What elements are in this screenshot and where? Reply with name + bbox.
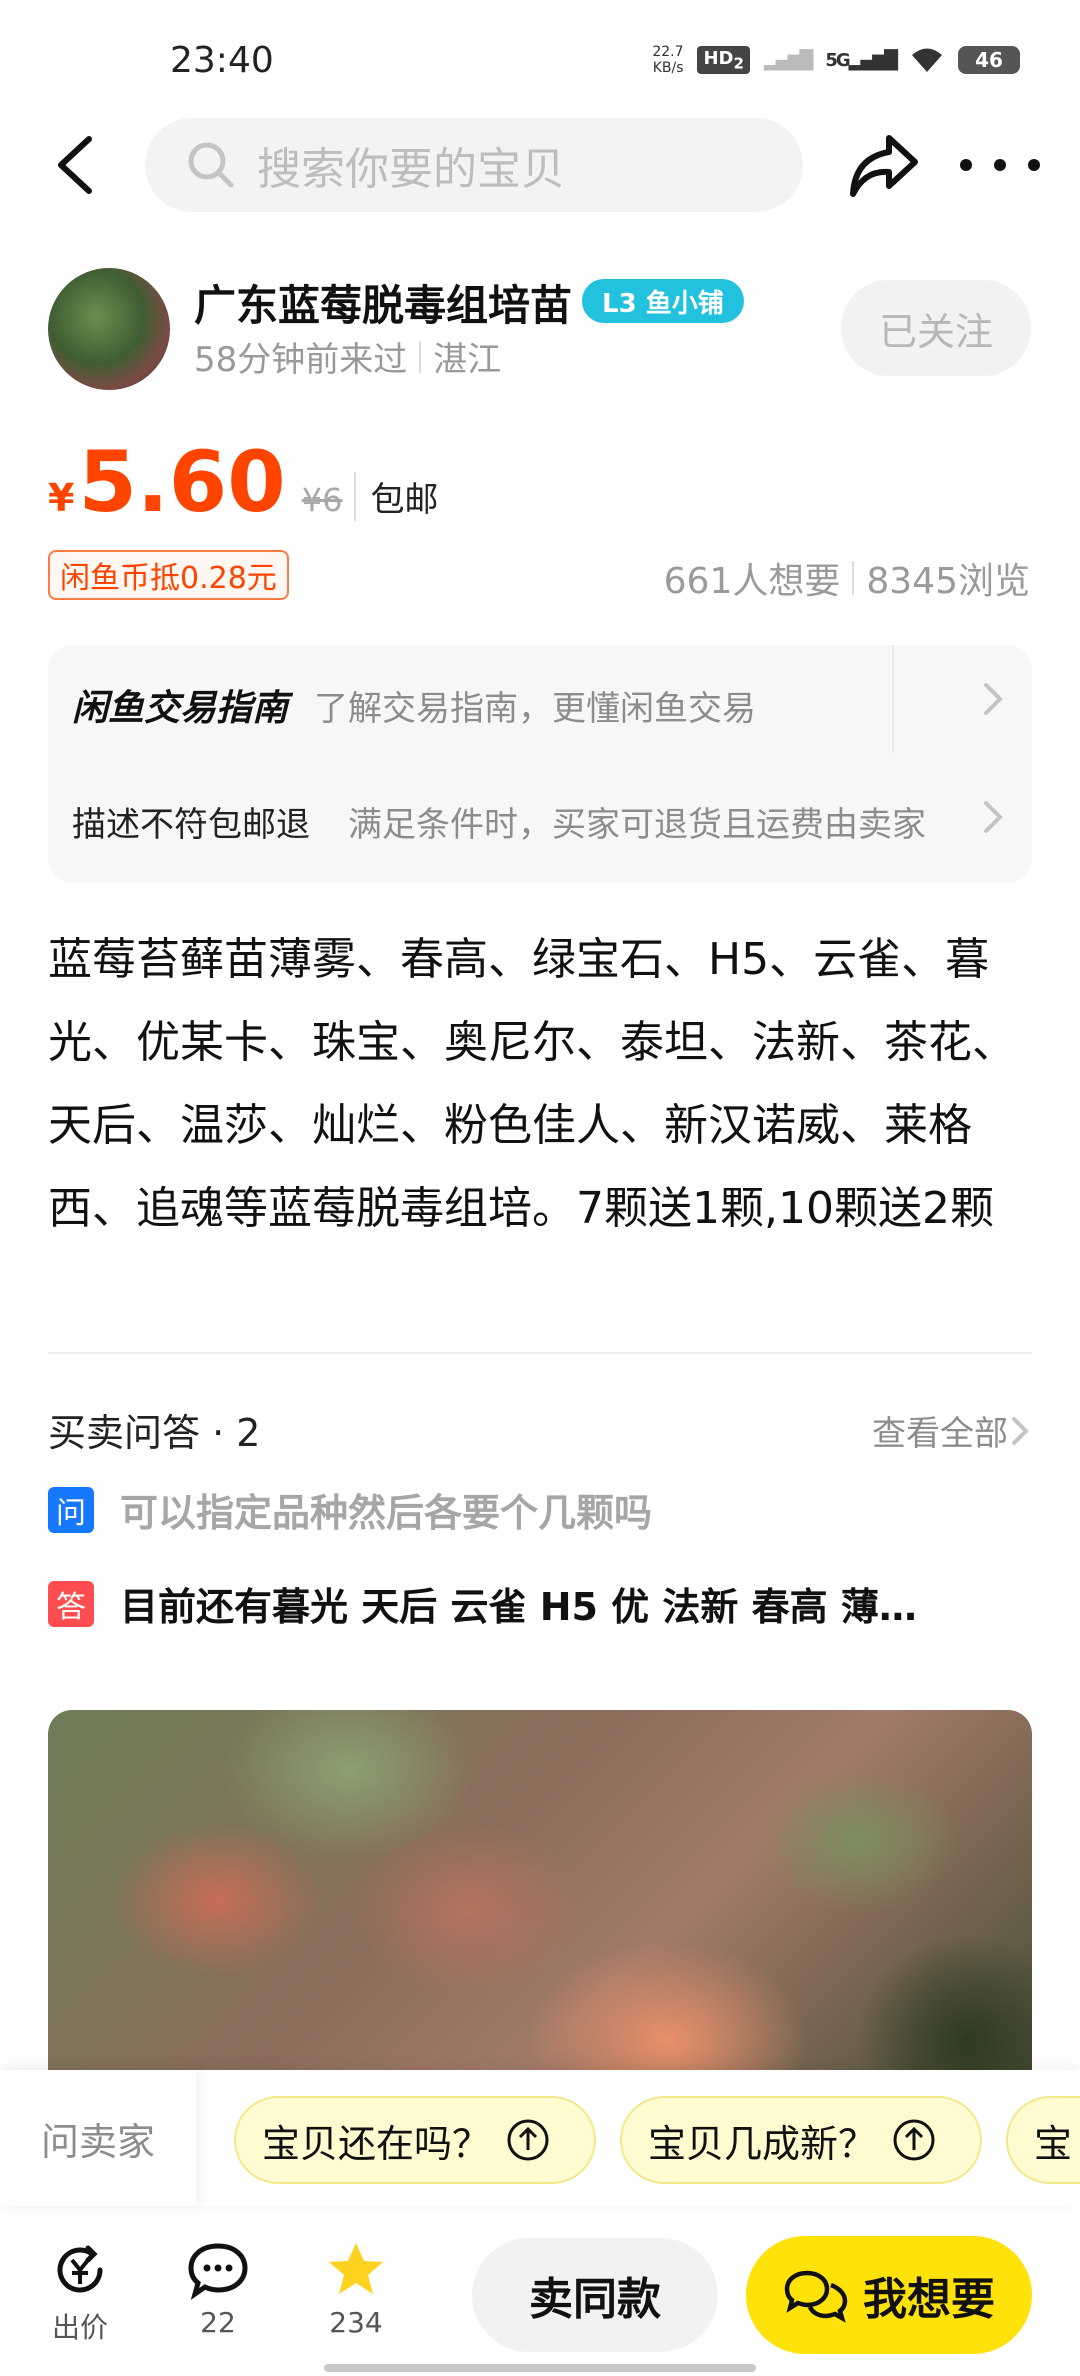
bid-icon xyxy=(57,2245,103,2293)
want-label: 我想要 xyxy=(863,2274,995,2325)
share-icon xyxy=(850,135,918,197)
hd-sub: 2 xyxy=(733,54,744,73)
quick-question-chip[interactable]: 宝贝还在吗？ xyxy=(234,2096,596,2184)
favorite-count: 234 xyxy=(329,2306,383,2339)
chevron-right-icon xyxy=(1012,1416,1029,1445)
want-count: 661人想要 xyxy=(663,561,841,602)
price-row: ¥ 5.60 ¥6 包邮 xyxy=(48,440,438,524)
return-policy-desc: 满足条件时，买家可退货且运费由卖家 xyxy=(348,805,926,845)
network-speed: 22.7 KB/s xyxy=(652,44,683,76)
trade-guide-card: 闲鱼交易指南 了解交易指南，更懂闲鱼交易 描述不符包邮退 满足条件时，买家可退货… xyxy=(48,645,1032,883)
chip-label: 宝贝还在吗？ xyxy=(262,2121,491,2166)
battery-icon: 46 xyxy=(958,46,1020,74)
more-button[interactable] xyxy=(960,140,1040,190)
bid-label: 出价 xyxy=(51,2311,108,2344)
share-button[interactable] xyxy=(845,130,921,202)
bid-button[interactable]: 出价 xyxy=(30,2240,130,2346)
product-photo[interactable] xyxy=(48,1710,1032,2130)
speed-unit: KB/s xyxy=(652,60,684,76)
send-arrow-icon xyxy=(507,2119,549,2161)
want-button[interactable]: 我想要 xyxy=(746,2236,1032,2354)
seller-level-badge[interactable]: L3 鱼小铺 xyxy=(582,279,744,323)
wifi-icon xyxy=(912,48,942,72)
qa-view-all-label: 查看全部 xyxy=(872,1414,1008,1454)
trade-guide-row[interactable]: 闲鱼交易指南 了解交易指南，更懂闲鱼交易 xyxy=(72,679,756,731)
stats-divider xyxy=(852,561,855,595)
meta-divider xyxy=(419,340,422,373)
original-price: ¥6 xyxy=(301,481,343,519)
price-value: 5.60 xyxy=(78,433,286,531)
qa-answer: 目前还有暮光 天后 云雀 H5 优 法新 春高 薄… xyxy=(120,1585,917,1629)
return-policy-row[interactable]: 描述不符包邮退 满足条件时，买家可退货且运费由卖家 xyxy=(72,797,958,846)
quick-question-chip[interactable]: 宝贝几成新？ xyxy=(620,2096,982,2184)
chat-bubble-icon xyxy=(188,2243,248,2300)
signal-icon: ▂▄▆█ xyxy=(763,49,813,71)
chat-bubbles-icon xyxy=(784,2270,848,2323)
sell-same-button[interactable]: 卖同款 xyxy=(472,2238,718,2352)
shipping-label: 包邮 xyxy=(354,472,438,521)
answer-badge: 答 xyxy=(48,1580,94,1627)
more-dot-icon xyxy=(960,159,972,171)
chevron-right-icon[interactable] xyxy=(974,679,1014,719)
seller-name[interactable]: 广东蓝莓脱毒组培苗 xyxy=(194,272,572,333)
coin-discount-tag[interactable]: 闲鱼币抵0.28元 xyxy=(48,550,289,600)
chevron-right-icon[interactable] xyxy=(974,797,1014,837)
back-button[interactable] xyxy=(40,128,110,202)
qa-answer-row[interactable]: 答 目前还有暮光 天后 云雀 H5 优 法新 春高 薄… xyxy=(48,1576,990,1631)
status-icons: 22.7 KB/s HD2 ▂▄▆█ 5G▂▄▆█ 46 xyxy=(652,44,1020,76)
more-dot-icon xyxy=(994,159,1006,171)
seller-avatar[interactable] xyxy=(48,268,170,390)
question-badge: 问 xyxy=(48,1486,94,1533)
qa-title: 买卖问答 · 2 xyxy=(48,1411,261,1455)
chat-button[interactable]: 22 xyxy=(168,2240,268,2339)
section-divider xyxy=(48,1352,1032,1354)
qa-question-row[interactable]: 问 可以指定品种然后各要个几颗吗 xyxy=(48,1482,652,1537)
hd-icon: HD2 xyxy=(697,45,750,75)
seller-meta: 58分钟前来过 湛江 xyxy=(194,332,501,381)
follow-button[interactable]: 已关注 xyxy=(841,280,1031,376)
guide-title: 闲鱼交易指南 xyxy=(72,688,289,729)
guide-subtitle: 了解交易指南，更懂闲鱼交易 xyxy=(314,688,757,729)
favorite-button[interactable]: 234 xyxy=(306,2240,406,2339)
network-type: 5G xyxy=(825,49,850,71)
chip-label: 宝 xyxy=(1034,2121,1073,2166)
item-stats: 661人想要 8345浏览 xyxy=(664,552,1030,604)
quick-question-bar: 问卖家 宝贝还在吗？ 宝贝几成新？ 宝 xyxy=(0,2070,1080,2206)
seller-last-seen: 58分钟前来过 xyxy=(194,340,408,380)
star-icon xyxy=(329,2243,383,2294)
status-time: 23:40 xyxy=(170,40,274,81)
search-input[interactable]: 搜索你要的宝贝 xyxy=(145,118,803,212)
battery-level: 46 xyxy=(975,48,1003,72)
ask-seller-button[interactable]: 问卖家 xyxy=(0,2070,196,2206)
hd-text: HD xyxy=(703,47,734,69)
speed-value: 22.7 xyxy=(652,44,684,60)
seller-location: 湛江 xyxy=(433,340,502,380)
view-count: 8345浏览 xyxy=(866,561,1030,602)
signal-5g-icon: 5G▂▄▆█ xyxy=(825,49,898,71)
return-policy-label: 描述不符包邮退 xyxy=(72,805,310,845)
chat-count: 22 xyxy=(200,2306,236,2339)
item-description: 蓝莓苔藓苗薄雾、春高、绿宝石、H5、云雀、暮光、优某卡、珠宝、奥尼尔、泰坦、法新… xyxy=(48,934,1016,1234)
search-placeholder: 搜索你要的宝贝 xyxy=(257,144,565,195)
quick-question-chip[interactable]: 宝 xyxy=(1006,2096,1080,2184)
currency-symbol: ¥ xyxy=(48,476,75,520)
search-icon xyxy=(188,142,234,188)
back-arrow-icon xyxy=(58,136,92,194)
home-indicator[interactable] xyxy=(324,2364,756,2372)
chip-label: 宝贝几成新？ xyxy=(648,2121,877,2166)
qa-question: 可以指定品种然后各要个几颗吗 xyxy=(120,1491,653,1535)
qa-view-all-link[interactable]: 查看全部 xyxy=(872,1406,1032,1455)
send-arrow-icon xyxy=(893,2119,935,2161)
guide-divider xyxy=(892,645,894,753)
more-dot-icon xyxy=(1028,159,1040,171)
